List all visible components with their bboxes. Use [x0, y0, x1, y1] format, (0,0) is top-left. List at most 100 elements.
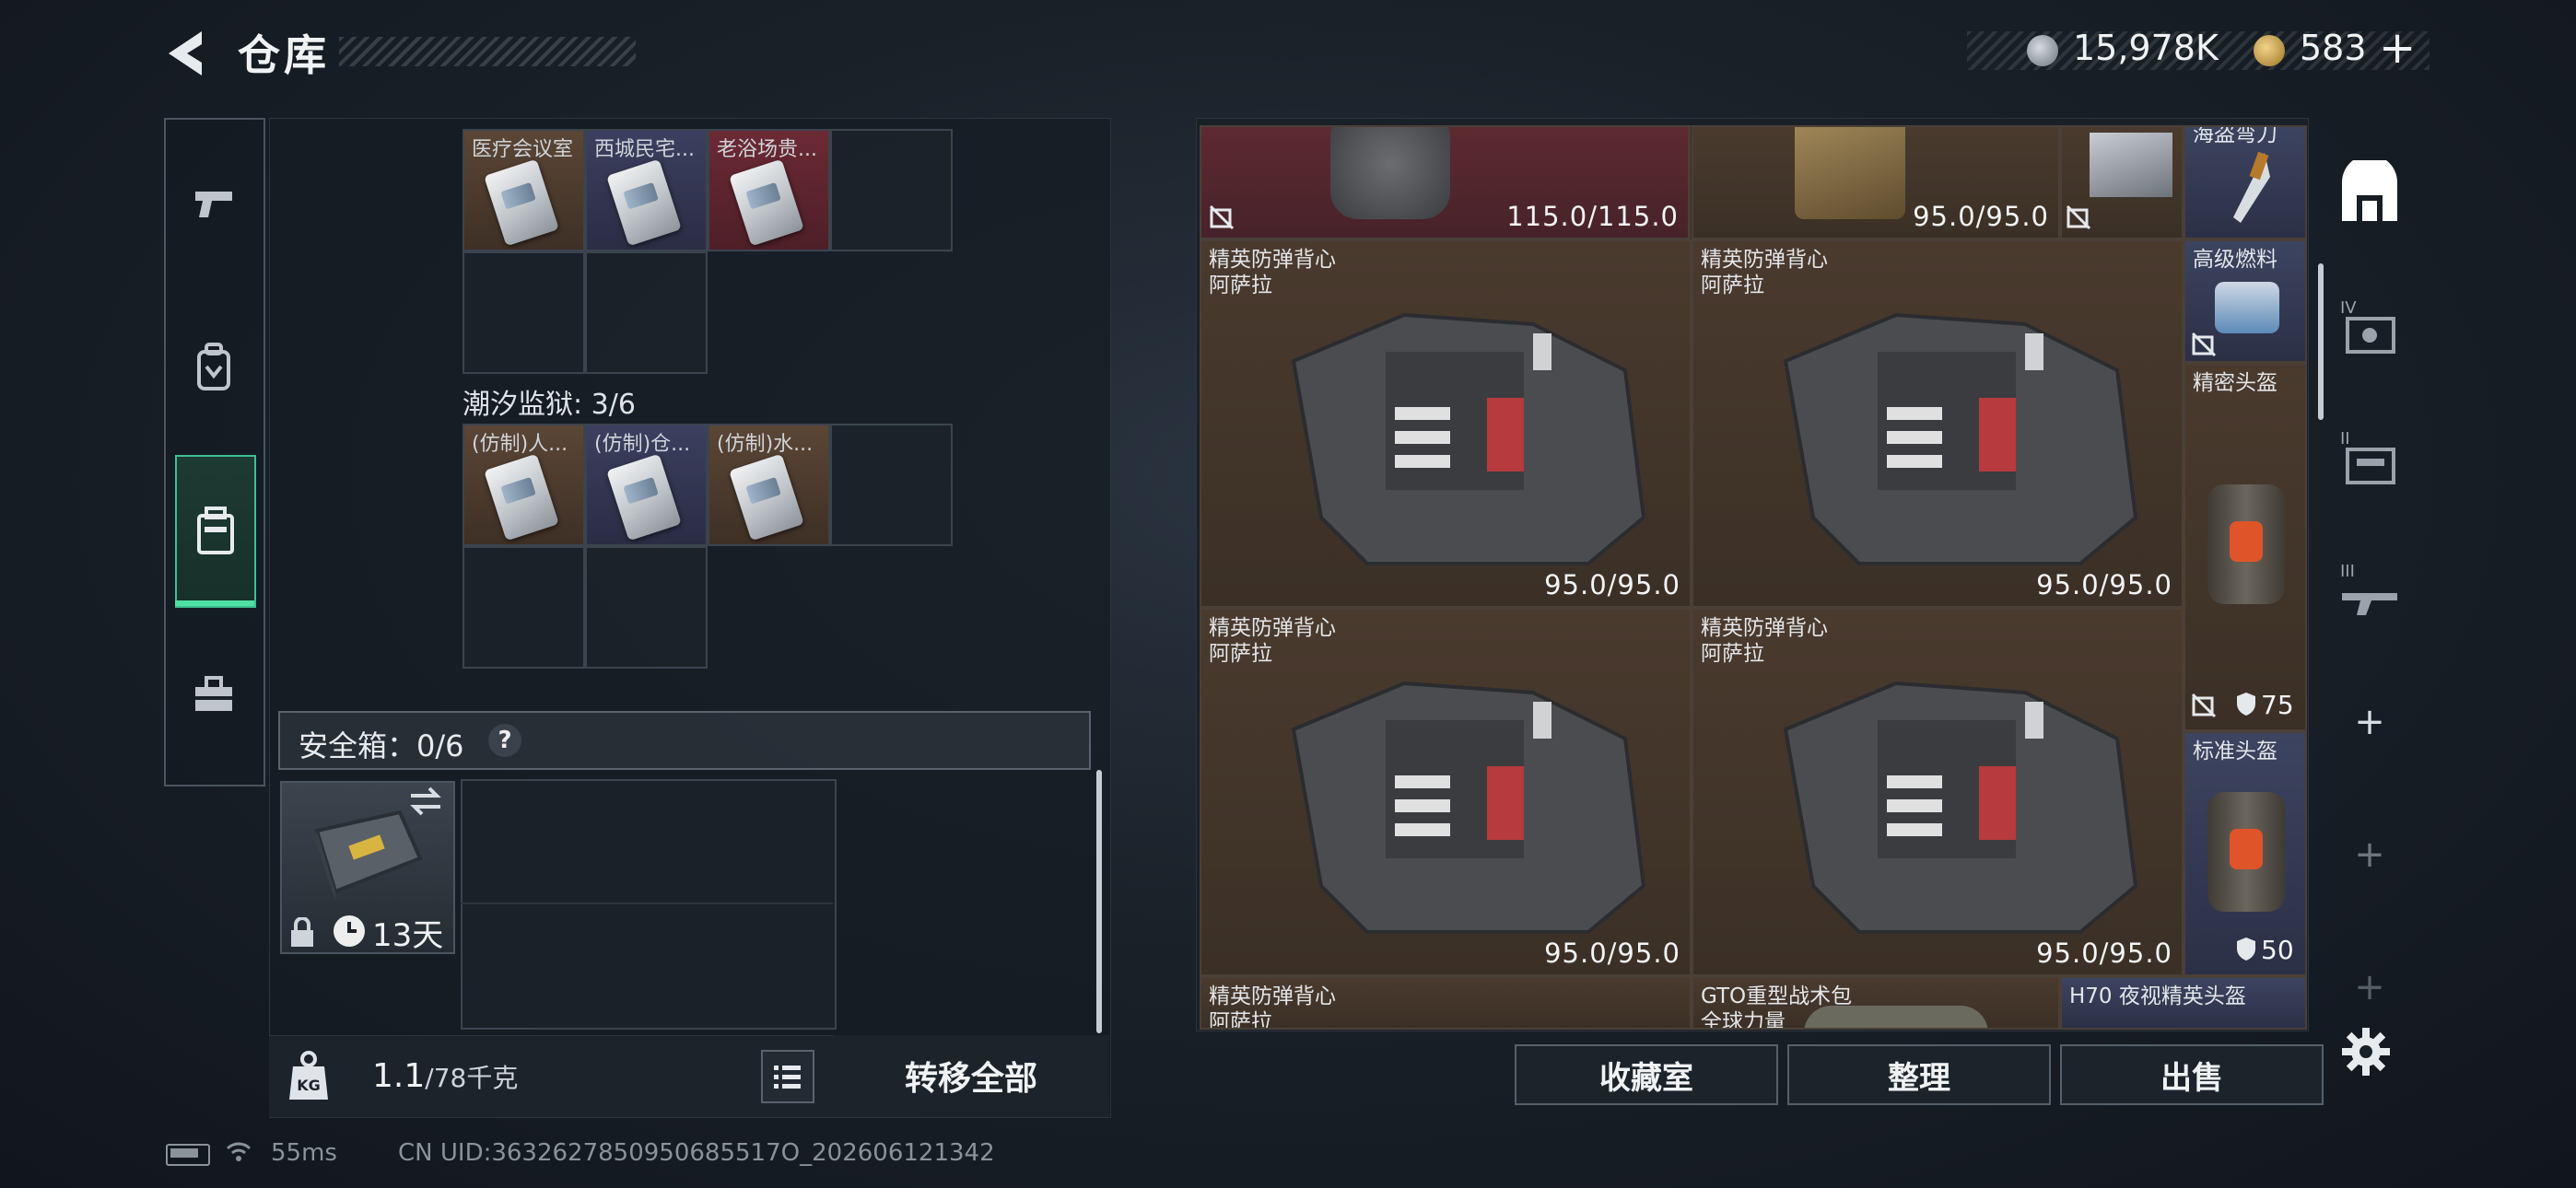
swap-icon[interactable]: [409, 786, 442, 816]
keycard-icon: [484, 453, 559, 542]
empty-slot[interactable]: [585, 546, 708, 669]
list-view-button[interactable]: [761, 1050, 814, 1103]
keycard-slot[interactable]: 医疗会议室: [463, 129, 585, 251]
scrollbar[interactable]: [1096, 770, 1102, 1033]
card-label: (仿制)仓...: [594, 433, 691, 456]
keycard-slot[interactable]: (仿制)仓...: [585, 424, 708, 546]
home-icon: [2342, 155, 2397, 221]
toolbox-icon: [195, 676, 232, 711]
tab-stash-main[interactable]: [2335, 155, 2405, 230]
item-name-line2: 阿萨拉: [1209, 642, 1272, 666]
item-tile[interactable]: 海盗弯刀: [2184, 125, 2307, 239]
add-currency-button[interactable]: +: [2379, 22, 2416, 74]
tab-stash-ii[interactable]: II: [2335, 424, 2405, 494]
transfer-all-button[interactable]: 转移全部: [833, 1035, 1109, 1116]
sort-button[interactable]: 整理: [1787, 1044, 2051, 1105]
silver-coin-icon: [2027, 35, 2058, 66]
svg-text:II: II: [2340, 429, 2350, 448]
empty-slot[interactable]: [463, 546, 585, 669]
armor-vest-image: [1783, 312, 2138, 565]
empty-slot[interactable]: [830, 424, 953, 546]
scrollbar[interactable]: [2318, 263, 2324, 420]
tab-kit[interactable]: [164, 645, 262, 755]
item-name: 精英防弹背心 阿萨拉: [1701, 615, 1828, 667]
item-tile[interactable]: 高级燃料: [2184, 239, 2307, 363]
keycard-slot[interactable]: 老浴场贵...: [708, 129, 830, 251]
item-name: 精英防弹背心 阿萨拉: [1701, 247, 1828, 298]
no-insure-icon: [1209, 204, 1235, 230]
armor-vest-image: [1291, 312, 1646, 565]
item-tile[interactable]: GTO重型战术包 全球力量: [1692, 976, 2060, 1030]
svg-text:KG: KG: [297, 1077, 321, 1094]
armor-vest-image: [1783, 681, 2138, 934]
tab-stash-iii[interactable]: III: [2335, 556, 2405, 626]
safe-box-label: 安全箱：0/6: [299, 728, 464, 763]
keycard-slot[interactable]: (仿制)人...: [463, 424, 585, 546]
item-image: [1330, 127, 1450, 219]
item-tile[interactable]: 精英防弹背心 阿萨拉 95.0/95.0: [1200, 608, 1692, 976]
item-name-line2: 全球力量: [1701, 1010, 1786, 1030]
stash-iv-icon: IV: [2340, 298, 2395, 354]
svg-text:IV: IV: [2340, 298, 2357, 318]
add-stash-button[interactable]: +: [2351, 836, 2388, 873]
tab-selected-indicator: [175, 600, 254, 606]
keycard-slot[interactable]: (仿制)水...: [708, 424, 830, 546]
item-name-line2: 阿萨拉: [1209, 274, 1272, 297]
tab-weapon[interactable]: [164, 151, 262, 262]
item-image: [1804, 1006, 1988, 1028]
item-image: [1795, 127, 1905, 219]
item-name-line1: 精英防弹背心: [1209, 984, 1336, 1008]
back-arrow-icon: [169, 31, 202, 76]
gold-coin-icon: [2254, 35, 2285, 66]
item-name: 高级燃料: [2193, 248, 2277, 272]
item-tile[interactable]: 精英防弹背心 阿萨拉 95.0/95.0: [1692, 239, 2184, 608]
lock-icon: [291, 917, 313, 947]
svg-text:III: III: [2340, 562, 2355, 581]
empty-slot[interactable]: [830, 129, 953, 251]
item-tile[interactable]: 精密头盔 75: [2184, 363, 2307, 731]
sell-button[interactable]: 出售: [2060, 1044, 2324, 1105]
safe-case-icon: [314, 809, 423, 901]
item-image: [2090, 133, 2172, 197]
item-durability: 95.0/95.0: [1544, 569, 1680, 600]
item-durability: 95.0/95.0: [2036, 938, 2172, 969]
item-durability: 95.0/95.0: [2036, 569, 2172, 600]
tab-case[interactable]: [175, 455, 256, 608]
back-button[interactable]: [161, 26, 217, 81]
add-stash-button[interactable]: +: [2351, 969, 2388, 1006]
item-name-line1: 精英防弹背心: [1701, 616, 1828, 640]
item-name: 标准头盔: [2193, 740, 2277, 763]
keycard-slot[interactable]: 西城民宅...: [585, 129, 708, 251]
armor-level: 50: [2261, 935, 2294, 965]
item-tile[interactable]: [2060, 125, 2184, 239]
item-name-line2: 阿萨拉: [1701, 642, 1764, 666]
collection-room-button[interactable]: 收藏室: [1515, 1044, 1778, 1105]
card-label: (仿制)人...: [472, 433, 568, 456]
item-tile[interactable]: 标准头盔 50: [2184, 731, 2307, 976]
gold-balance: 583: [2300, 28, 2367, 68]
add-stash-button[interactable]: +: [2351, 704, 2388, 740]
keycard-icon: [606, 453, 682, 542]
item-durability: 115.0/115.0: [1506, 201, 1679, 232]
item-tile[interactable]: 精英防弹背心 阿萨拉 95.0/95.0: [1200, 239, 1692, 608]
item-tile[interactable]: 精英防弹背心 阿萨拉 95.0/95.0: [1692, 608, 2184, 976]
no-insure-icon: [2191, 332, 2217, 357]
keycard-icon: [729, 453, 804, 542]
tab-backpack[interactable]: [164, 313, 262, 424]
item-name-line1: 精英防弹背心: [1701, 248, 1828, 272]
pistol-icon: [195, 192, 232, 217]
list-icon: [774, 1066, 801, 1089]
item-tile[interactable]: 95.0/95.0: [1692, 125, 2060, 239]
item-tile[interactable]: H70 夜视精英头盔: [2060, 976, 2307, 1030]
item-tile[interactable]: 115.0/115.0: [1200, 125, 1690, 239]
shield-icon: [2237, 693, 2255, 716]
item-tile[interactable]: 精英防弹背心 阿萨拉: [1200, 976, 1692, 1030]
empty-slot[interactable]: [463, 251, 585, 374]
item-name: 精英防弹背心 阿萨拉: [1209, 984, 1336, 1028]
wifi-icon: [226, 1142, 252, 1161]
tab-stash-iv[interactable]: IV: [2335, 293, 2405, 363]
safe-box-grid[interactable]: [461, 779, 837, 1030]
empty-slot[interactable]: [585, 251, 708, 374]
help-button[interactable]: ?: [488, 724, 521, 757]
gear-icon[interactable]: [2340, 1026, 2392, 1077]
